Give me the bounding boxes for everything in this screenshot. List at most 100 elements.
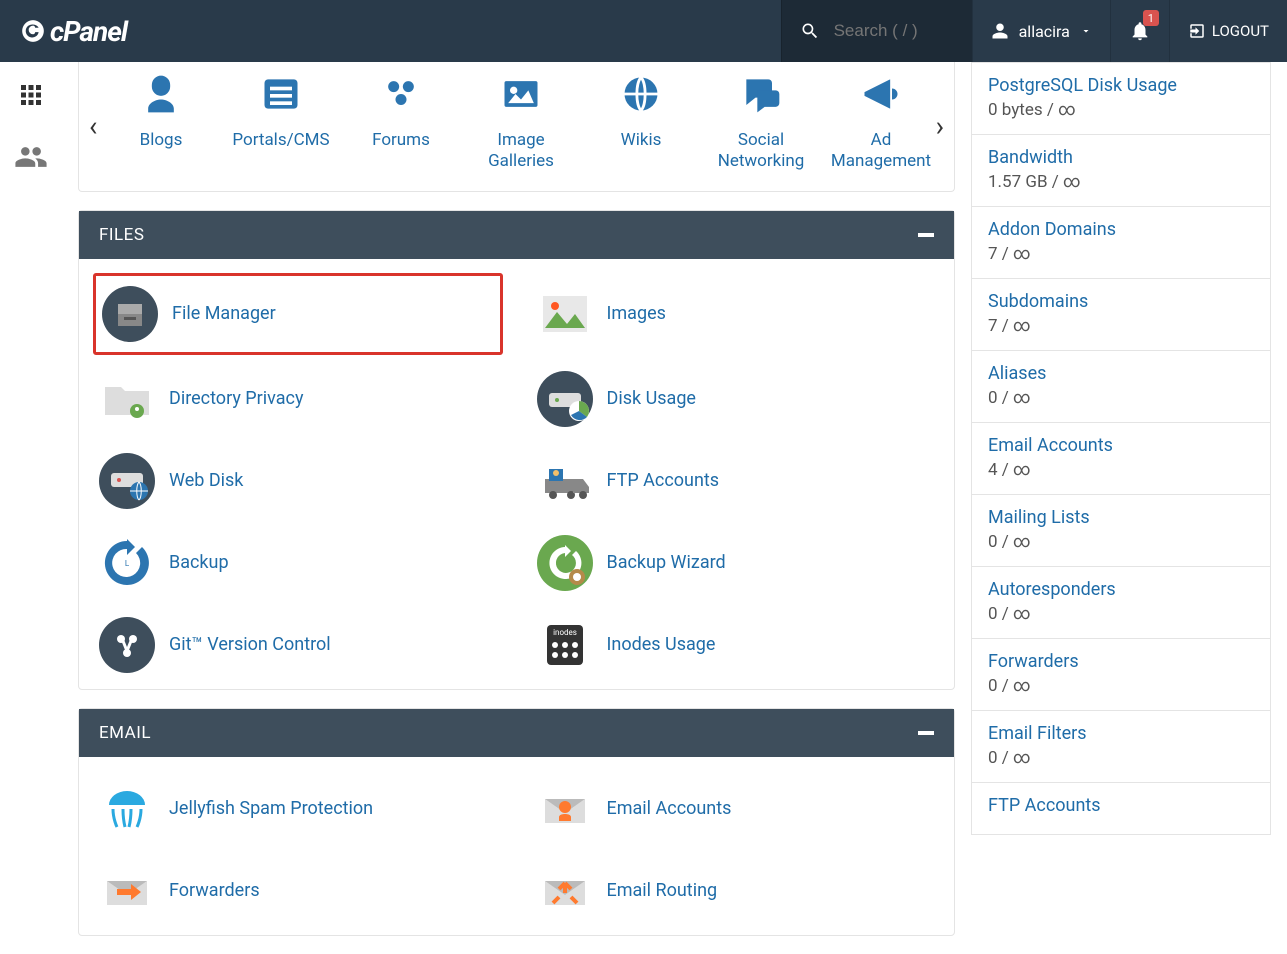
logout-button[interactable]: LOGOUT [1169,0,1287,62]
stat-postgresql-disk-usage: PostgreSQL Disk Usage0 bytes / ∞ [971,62,1271,135]
category-icon [259,72,303,120]
stat-label[interactable]: Email Accounts [988,435,1254,456]
carousel-item-forums[interactable]: Forums [341,72,461,173]
collapse-icon [918,731,934,735]
app-item-disk-usage[interactable]: Disk Usage [531,361,941,437]
app-label: Forwarders [169,880,260,901]
stat-label[interactable]: Aliases [988,363,1254,384]
app-icon [99,781,155,837]
email-panel: EMAIL Jellyfish Spam Protection Email Acc… [78,708,955,936]
category-label: Image Galleries [467,130,575,173]
notifications-button[interactable]: 1 [1110,0,1169,62]
app-label: Email Routing [607,880,718,901]
category-icon [499,72,543,120]
app-item-email-routing[interactable]: Email Routing [531,853,941,929]
app-item-git-version-control[interactable]: Git™ Version Control [93,607,503,683]
email-panel-header[interactable]: EMAIL [79,709,954,757]
category-icon [379,72,423,120]
stat-label[interactable]: Mailing Lists [988,507,1254,528]
brand-text: cPanel [50,15,127,48]
people-icon [14,140,48,174]
user-menu[interactable]: allacira [972,0,1110,62]
collapse-icon [918,233,934,237]
app-label: Git™ Version Control [169,634,331,655]
stat-label[interactable]: Subdomains [988,291,1254,312]
app-icon [99,863,155,919]
app-item-jellyfish-spam-protection[interactable]: Jellyfish Spam Protection [93,771,503,847]
app-icon [537,535,593,591]
stat-autoresponders: Autoresponders 0 / ∞ [971,567,1271,639]
app-item-backup-wizard[interactable]: Backup Wizard [531,525,941,601]
category-icon [619,72,663,120]
brand-logo[interactable]: cPanel [0,15,127,48]
app-icon [99,371,155,427]
user-icon [991,22,1009,40]
stat-aliases: Aliases0 / ∞ [971,351,1271,423]
app-label: Email Accounts [607,798,732,819]
left-nav [0,62,62,178]
app-icon [102,286,158,342]
carousel-item-blogs[interactable]: Blogs [101,72,221,173]
app-icon [537,781,593,837]
app-icon [99,617,155,673]
files-panel-header[interactable]: FILES [79,211,954,259]
apps-grid-button[interactable] [16,80,46,114]
stat-label[interactable]: FTP Accounts [988,795,1254,816]
app-item-directory-privacy[interactable]: Directory Privacy [93,361,503,437]
stat-ftp-accounts: FTP Accounts [971,783,1271,835]
app-item-ftp-accounts[interactable]: FTP Accounts [531,443,941,519]
app-item-images[interactable]: Images [531,273,941,355]
category-label: Wikis [621,130,662,151]
carousel-item-social-networking[interactable]: Social Networking [701,72,821,173]
carousel-item-portals-cms[interactable]: Portals/CMS [221,72,341,173]
app-icon: inodes [537,617,593,673]
stat-value: 0 / ∞ [988,532,1254,552]
search-input[interactable] [834,21,954,41]
logout-icon [1188,22,1206,40]
user-name: allacira [1019,22,1070,41]
stat-value: 0 / ∞ [988,676,1254,696]
logout-label: LOGOUT [1212,22,1269,40]
app-item-forwarders[interactable]: Forwarders [93,853,503,929]
stat-label[interactable]: Forwarders [988,651,1254,672]
app-icon [537,863,593,919]
stat-label[interactable]: Addon Domains [988,219,1254,240]
stat-value: 0 / ∞ [988,604,1254,624]
app-item-email-accounts[interactable]: Email Accounts [531,771,941,847]
app-icon [99,453,155,509]
category-label: Ad Management [827,130,935,173]
app-label: Jellyfish Spam Protection [169,798,373,819]
stat-addon-domains: Addon Domains7 / ∞ [971,207,1271,279]
app-icon [537,286,593,342]
stat-value: 1.57 GB / ∞ [988,172,1254,192]
carousel-item-image-galleries[interactable]: Image Galleries [461,72,581,173]
app-icon [537,371,593,427]
app-item-inodes-usage[interactable]: inodes Inodes Usage [531,607,941,683]
stat-label[interactable]: PostgreSQL Disk Usage [988,75,1254,96]
header: cPanel allacira 1 LOGOUT [0,0,1287,62]
email-panel-title: EMAIL [99,723,151,743]
app-label: FTP Accounts [607,470,720,491]
app-label: Disk Usage [607,388,696,409]
carousel-prev-button[interactable]: ‹ [83,110,103,143]
users-button[interactable] [14,140,48,178]
app-item-web-disk[interactable]: Web Disk [93,443,503,519]
stat-label[interactable]: Bandwidth [988,147,1254,168]
stat-label[interactable]: Autoresponders [988,579,1254,600]
header-search[interactable] [781,0,972,62]
stat-value: 4 / ∞ [988,460,1254,480]
carousel-next-button[interactable]: › [930,110,950,143]
app-label: File Manager [172,303,276,324]
app-item-file-manager[interactable]: File Manager [93,273,503,355]
stat-forwarders: Forwarders 0 / ∞ [971,639,1271,711]
carousel-item-wikis[interactable]: Wikis [581,72,701,173]
category-label: Blogs [140,130,183,151]
stat-label[interactable]: Email Filters [988,723,1254,744]
category-icon [739,72,783,120]
app-item-backup[interactable]: LBackup [93,525,503,601]
app-label: Web Disk [169,470,243,491]
category-label: Social Networking [707,130,815,173]
app-label: Inodes Usage [607,634,716,655]
carousel-item-ad-management[interactable]: Ad Management [821,72,941,173]
category-label: Forums [372,130,430,151]
